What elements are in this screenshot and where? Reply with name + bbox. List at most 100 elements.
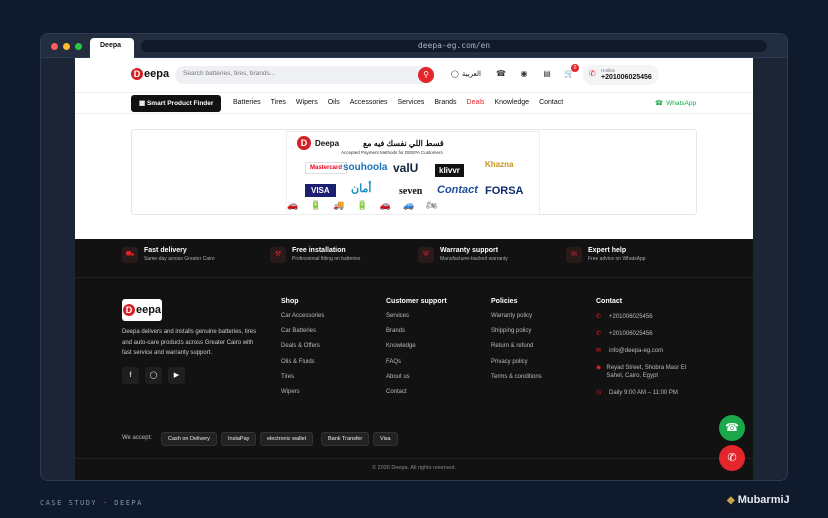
forsa-logo: FORSA [485, 185, 524, 197]
footer-link[interactable]: Return & refund [491, 343, 542, 358]
banner-subtitle: Accepted Payment Methods for DEEPA Custo… [341, 150, 443, 155]
site-header: D eepa Search batteries, tires, brands..… [75, 58, 753, 92]
feature-title: Free installation [292, 247, 346, 254]
footer-link[interactable]: Car Batteries [281, 328, 324, 343]
nav-item-batteries[interactable]: Batteries [233, 99, 261, 106]
nav-item-oils[interactable]: Oils [328, 99, 340, 106]
search-button[interactable]: ⚲ [418, 67, 434, 83]
browser-chrome: Deepa deepa-eg.com/en [41, 34, 787, 58]
footer-link[interactable]: Contact [386, 389, 447, 404]
nav-item-deals[interactable]: Deals [467, 99, 485, 106]
footer-link[interactable]: Terms & conditions [491, 374, 542, 389]
footer-link[interactable]: FAQs [386, 359, 447, 374]
contact-phone-2[interactable]: ✆ +201006025456 [596, 330, 696, 338]
footer-logo[interactable]: D eepa [122, 299, 162, 321]
location-icon[interactable]: ◉ [518, 68, 530, 80]
hotline-number: +201006025456 [601, 74, 652, 81]
feature-expert-help: ✉ Expert help Free advice on WhatsApp [566, 247, 646, 263]
address-bar[interactable]: deepa-eg.com/en [141, 40, 767, 52]
banner-headline-ar: قسط اللي نفسك فيه مع [363, 138, 444, 148]
compare-icon[interactable]: ▤ [541, 68, 553, 80]
feature-title: Expert help [588, 247, 627, 254]
feature-subtitle: Free advice on WhatsApp [588, 256, 646, 262]
nav-item-contact[interactable]: Contact [539, 99, 563, 106]
browser-tab[interactable]: Deepa [90, 38, 134, 58]
clock-icon: ◷ [596, 390, 602, 396]
facebook-icon[interactable]: f [122, 367, 139, 384]
klivvr-logo: klivvr [435, 164, 464, 177]
youtube-icon[interactable]: ▶ [168, 367, 185, 384]
souhoola-logo: souhoola [343, 162, 388, 173]
whatsapp-icon[interactable]: ☎ [495, 68, 507, 80]
author-brand-text: MubarmiJ [737, 494, 790, 506]
footer-link[interactable]: Brands [386, 328, 447, 343]
logo-text: eepa [144, 68, 170, 80]
contact-logo: Contact [437, 184, 478, 196]
column-title: Contact [596, 298, 623, 305]
call-float-button[interactable]: ✆ [719, 445, 745, 471]
phone-icon: ✆ [596, 314, 602, 320]
aman-logo: أمان [351, 183, 372, 195]
accept-label: We accept: [122, 435, 152, 441]
footer-link[interactable]: Privacy policy [491, 359, 542, 374]
nav-item-wipers[interactable]: Wipers [296, 99, 318, 106]
feature-title: Fast delivery [144, 247, 187, 254]
phone-icon: ✆ [596, 331, 602, 337]
diamond-icon: ◆ [727, 494, 735, 506]
nav-item-accessories[interactable]: Accessories [350, 99, 388, 106]
feature-free-installation: ⚒ Free installation Professional fitting … [270, 247, 360, 263]
browser-window: Deepa deepa-eg.com/en D eepa Search batt… [40, 33, 788, 481]
footer-link[interactable]: Oils & Fluids [281, 359, 324, 374]
close-dot[interactable] [51, 43, 58, 50]
nav-item-brands[interactable]: Brands [434, 99, 456, 106]
footer-support-column: Customer support Services Brands Knowled… [386, 298, 447, 404]
footer-link[interactable]: Warranty policy [491, 313, 542, 328]
visa-logo: VISA [305, 184, 336, 197]
footer-shop-column: Shop Car Accessories Car Batteries Deals… [281, 298, 324, 404]
feature-title: Warranty support [440, 247, 499, 254]
contact-phone-1[interactable]: ✆ +201006025456 [596, 313, 696, 321]
contact-address: ◉ Reyad Street, Shobra Masr El Sahel, Cai… [596, 364, 696, 380]
search-bar[interactable]: Search batteries, tires, brands... ⚲ [175, 66, 435, 84]
footer-link[interactable]: Tires [281, 374, 324, 389]
nav-item-knowledge[interactable]: Knowledge [494, 99, 529, 106]
payment-badge: Visa [373, 432, 398, 446]
site-logo[interactable]: D eepa [131, 68, 169, 80]
webpage: D eepa Search batteries, tires, brands..… [75, 58, 753, 480]
whatsapp-label: WhatsApp [666, 99, 697, 107]
footer-divider [75, 458, 753, 459]
footer-logo-mark: D [122, 304, 135, 316]
address-text: Reyad Street, Shobra Masr El Sahel, Cair… [606, 365, 687, 379]
whatsapp-link[interactable]: ☎ WhatsApp [655, 99, 697, 108]
site-footer: ⛟ Fast delivery Same-day across Greater C… [75, 239, 753, 480]
payment-methods-banner[interactable]: D Deepa قسط اللي نفسك فيه مع Accepted Pa… [286, 131, 540, 215]
hotline-box[interactable]: ✆ Hotline +201006025456 [583, 65, 659, 85]
banner-headline: D Deepa قسط اللي نفسك فيه مع [297, 136, 444, 150]
smart-product-finder-button[interactable]: ▦ Smart Product Finder [131, 95, 221, 112]
nav-item-tires[interactable]: Tires [271, 99, 286, 106]
footer-link[interactable]: Shipping policy [491, 328, 542, 343]
footer-link[interactable]: About us [386, 374, 447, 389]
maximize-dot[interactable] [75, 43, 82, 50]
mastercard-logo: Mastercard [305, 162, 348, 174]
footer-link[interactable]: Services [386, 313, 447, 328]
footer-link[interactable]: Wipers [281, 389, 324, 404]
footer-description: Deepa delivers and installs genuine batt… [122, 329, 257, 356]
search-input[interactable]: Search batteries, tires, brands... [183, 70, 275, 77]
cart-icon[interactable]: 🛒 0 [563, 64, 579, 80]
footer-policies-column: Policies Warranty policy Shipping policy… [491, 298, 542, 389]
column-title: Customer support [386, 298, 447, 305]
globe-icon: ◯ [451, 71, 459, 78]
instagram-icon[interactable]: ◯ [145, 367, 162, 384]
shield-icon: ⛨ [418, 247, 434, 263]
footer-link[interactable]: Knowledge [386, 343, 447, 358]
valu-logo: valU [393, 161, 419, 175]
minimize-dot[interactable] [63, 43, 70, 50]
footer-link[interactable]: Car Accessories [281, 313, 324, 328]
footer-link[interactable]: Deals & Offers [281, 343, 324, 358]
whatsapp-float-button[interactable]: ☎ [719, 415, 745, 441]
language-switch[interactable]: ◯ العربية [451, 70, 481, 78]
contact-email[interactable]: ✉ info@deepa-eg.com [596, 347, 696, 355]
khazna-logo: Khazna [485, 160, 514, 169]
nav-item-services[interactable]: Services [398, 99, 425, 106]
